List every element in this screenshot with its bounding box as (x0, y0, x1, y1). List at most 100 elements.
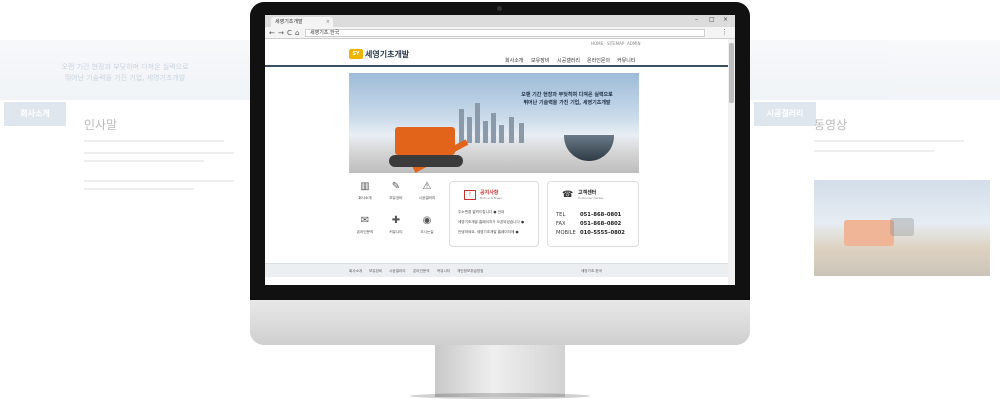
ghost-page-left: 오랜 기간 현장과 부딪히며 다져온 실력으로 뛰어난 기술력을 가진 기업, … (0, 30, 250, 330)
tab-close-icon[interactable]: × (326, 17, 330, 27)
quick-links: ▥ 회사소개 ✎ 보유장비 ⚠ 시공갤러리 ✉ 온라인문의 ✚ 커뮤니티 ◉ 오… (349, 179, 444, 249)
logo-icon[interactable]: SY (349, 49, 363, 59)
footer-link[interactable]: 온라인문의 (413, 269, 430, 274)
nav-item-inquiry[interactable]: 온라인문의 (587, 57, 610, 64)
ghost-text-line (814, 140, 964, 142)
web-viewport: HOME SITEMAP ADMIN SY 세영기초개발 회사소개 보유장비 시… (265, 39, 735, 285)
ghost-text-line (84, 188, 194, 190)
notice-box: ! 공지사항 Notice & News 주소변경 알려드립니다 ● 안내 세영… (449, 181, 539, 247)
imac-monitor: 세영기초개발 × – □ × ← → C ⌂ 세영기초.한국 ⋮ HOME SI… (250, 2, 750, 345)
notice-item[interactable]: 세영기초개발 홈페이지가 오픈되었습니다 ● (458, 220, 524, 225)
globe-city-shape (564, 135, 614, 161)
excavator-shape (844, 220, 894, 246)
contact-subtitle: Customer Center (578, 196, 604, 200)
phone-icon: ☎ (562, 190, 574, 200)
close-window-icon[interactable]: × (723, 16, 728, 23)
home-icon[interactable]: ⌂ (295, 28, 299, 38)
message-icon: ✉ (360, 215, 370, 226)
footer-link[interactable]: 보유장비 (369, 269, 382, 274)
ghost-banner-line1: 오랜 기간 현장과 부딪히며 다져온 실력으로 (61, 63, 189, 71)
minimize-icon[interactable]: – (695, 16, 698, 23)
quick-link-label: 보유장비 (389, 196, 403, 200)
browser-menu-icon[interactable]: ⋮ (721, 28, 728, 36)
logo-text[interactable]: 세영기초개발 (365, 49, 409, 60)
monitor-stand (435, 345, 565, 397)
forward-icon[interactable]: → (278, 28, 284, 38)
contact-value: 051–868–0801 (580, 212, 622, 218)
ghost-text-line (814, 150, 934, 152)
footer-link[interactable]: 회사소개 (349, 269, 362, 274)
excavator-track (389, 155, 463, 167)
monitor-chin (250, 300, 750, 345)
nav-item-community[interactable]: 커뮤니티 (617, 57, 635, 64)
tab-title: 세영기초개발 (275, 19, 303, 25)
ghost-side-title: 시공갤러리 (754, 102, 816, 126)
footer-link[interactable]: 시공갤러리 (389, 269, 406, 274)
building-shape (491, 113, 496, 143)
contact-value: 051–868–0802 (580, 221, 622, 227)
building-shape (499, 125, 504, 143)
building-shape (509, 117, 514, 143)
notice-item[interactable]: 안녕하세요. 세영기초개발 홈페이지에 ● (458, 230, 519, 235)
ghost-side-title: 회사소개 (4, 102, 66, 126)
contact-title: 고객센터 (578, 190, 597, 196)
contact-value: 010–5555–0802 (580, 230, 625, 236)
hero-banner: 오랜 기간 현장과 부딪히며 다져온 실력으로 뛰어난 기술력을 가진 기업, … (349, 73, 639, 173)
quick-link-inquiry[interactable]: ✉ 온라인문의 (351, 213, 379, 245)
footer-link[interactable]: 개인정보취급방침 (457, 269, 483, 274)
nav-item-gallery[interactable]: 시공갤러리 (557, 57, 580, 64)
util-link-home[interactable]: HOME (591, 41, 603, 46)
footer-bar: 회사소개 보유장비 시공갤러리 온라인문의 커뮤니티 개인정보취급방침 세영기초… (265, 263, 728, 277)
nav-item-equipment[interactable]: 보유장비 (531, 57, 549, 64)
ghost-banner: 오랜 기간 현장과 부딪히며 다져온 실력으로 뛰어난 기술력을 가진 기업, … (0, 40, 250, 100)
footer-link[interactable]: 커뮤니티 (437, 269, 450, 274)
monitor-bezel: 세영기초개발 × – □ × ← → C ⌂ 세영기초.한국 ⋮ HOME SI… (250, 2, 750, 300)
monitor-screen: 세영기초개발 × – □ × ← → C ⌂ 세영기초.한국 ⋮ HOME SI… (265, 15, 735, 285)
contact-label: TEL (556, 212, 566, 218)
quick-link-label: 오시는길 (420, 230, 434, 234)
hero-line1: 오랜 기간 현장과 부딪히며 다져온 실력으로 (521, 92, 613, 98)
scrollbar-thumb[interactable] (729, 43, 734, 103)
notice-item[interactable]: 주소변경 알려드립니다 ● 안내 (458, 210, 504, 215)
quick-link-label: 시공갤러리 (418, 196, 436, 200)
notice-icon: ! (464, 190, 476, 200)
contact-fax: FAX 051–868–0802 (556, 221, 636, 227)
notice-title[interactable]: 공지사항 (480, 189, 498, 196)
crane-icon: ⚠ (422, 181, 432, 192)
ghost-text-line (84, 180, 234, 182)
browser-tab[interactable]: 세영기초개발 × (271, 17, 333, 27)
util-link-sitemap[interactable]: SITEMAP (607, 41, 624, 46)
camera-dot (497, 6, 502, 11)
contact-label: FAX (556, 221, 566, 227)
wrench-icon: ✎ (391, 181, 401, 192)
util-link-admin[interactable]: ADMIN (627, 41, 640, 46)
address-bar[interactable]: 세영기초.한국 (305, 29, 705, 37)
quick-link-equipment[interactable]: ✎ 보유장비 (382, 179, 410, 211)
back-icon[interactable]: ← (269, 28, 275, 38)
reload-icon[interactable]: C (287, 28, 292, 38)
scrollbar[interactable] (728, 39, 735, 285)
browser-tabbar: 세영기초개발 × – □ × (265, 15, 735, 27)
quick-link-community[interactable]: ✚ 커뮤니티 (382, 213, 410, 245)
nav-item-company[interactable]: 회사소개 (505, 57, 523, 64)
ghost-page-title: 동영상 (814, 118, 848, 132)
ghost-video-thumbnail (814, 180, 990, 276)
quick-link-company[interactable]: ▥ 회사소개 (351, 179, 379, 211)
excavator-body (395, 127, 469, 173)
footer-domain: 세영기초.한국 (581, 269, 602, 273)
quick-link-location[interactable]: ◉ 오시는길 (413, 213, 441, 245)
hero-copy: 오랜 기간 현장과 부딪히며 다져온 실력으로 뛰어난 기술력을 가진 기업, … (499, 91, 635, 107)
ghost-text-line (84, 152, 234, 154)
ghost-banner (750, 40, 1000, 100)
ghost-banner-line2: 뛰어난 기술력을 가진 기업, 세영기초개발 (64, 74, 186, 82)
building-shape (459, 109, 464, 143)
play-icon (890, 218, 914, 236)
location-icon: ◉ (422, 215, 432, 226)
maximize-icon[interactable]: □ (709, 16, 715, 23)
contact-label: MOBILE (556, 230, 576, 236)
quick-link-gallery[interactable]: ⚠ 시공갤러리 (413, 179, 441, 211)
building-shape (467, 117, 472, 143)
notice-subtitle: Notice & News (480, 196, 502, 200)
ghost-text-line (84, 160, 204, 162)
nav-divider (265, 65, 728, 67)
